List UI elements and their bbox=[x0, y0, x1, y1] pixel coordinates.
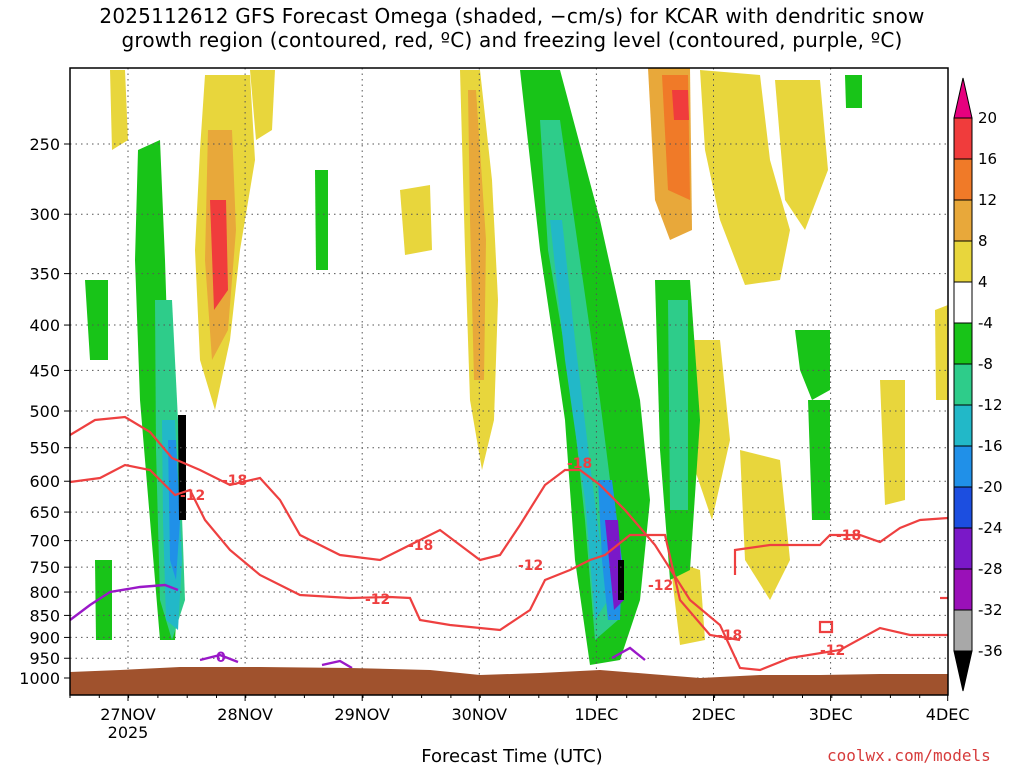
colorbar-tick-label: -28 bbox=[978, 560, 1003, 578]
y-tick-label: 850 bbox=[29, 606, 60, 625]
colorbar-swatch bbox=[953, 445, 973, 488]
colorbar-tick-label: 4 bbox=[978, 273, 988, 291]
y-tick-label: 1000 bbox=[19, 669, 60, 688]
y-tick-label: 800 bbox=[29, 583, 60, 602]
colorbar-tick-label: -16 bbox=[978, 437, 1003, 455]
contour-label-neg12: -12 bbox=[518, 558, 543, 574]
y-axis: 250 300 350 400 450 500 550 600 650 700 750 800 850 9… bbox=[19, 135, 70, 688]
credit-text: coolwx.com/models bbox=[827, 746, 991, 765]
y-tick-label: 350 bbox=[29, 265, 60, 284]
colorbar-swatch bbox=[953, 281, 973, 324]
y-tick-label: 900 bbox=[29, 628, 60, 647]
colorbar-tick-label: -24 bbox=[978, 519, 1003, 537]
colorbar-tick-label: -12 bbox=[978, 396, 1003, 414]
y-tick-label: 500 bbox=[29, 402, 60, 421]
contour-label-neg18: -18 bbox=[717, 628, 742, 644]
colorbar-swatch bbox=[953, 158, 973, 201]
contour-label-neg12: -12 bbox=[365, 592, 390, 608]
y-tick-label: 550 bbox=[29, 439, 60, 458]
colorbar-swatch bbox=[953, 486, 973, 529]
contour-label-neg12: -12 bbox=[648, 578, 673, 594]
colorbar-tick-label: 16 bbox=[978, 150, 997, 168]
x-tick-label: 29NOV bbox=[334, 705, 390, 724]
y-tick-label: 650 bbox=[29, 503, 60, 522]
y-tick-label: 600 bbox=[29, 472, 60, 491]
x-tick-label: 30NOV bbox=[452, 705, 508, 724]
colorbar-tick-label: -20 bbox=[978, 478, 1003, 496]
colorbar-tick-label: -32 bbox=[978, 601, 1003, 619]
colorbar-tick-label: -8 bbox=[978, 355, 993, 373]
x-tick-label: 2DEC bbox=[692, 705, 736, 724]
colorbar-swatch bbox=[953, 117, 973, 160]
y-tick-label: 450 bbox=[29, 361, 60, 380]
contour-label-neg18: -18 bbox=[836, 528, 861, 544]
colorbar-tick-label: -36 bbox=[978, 642, 1003, 660]
contour-label-neg18: -18 bbox=[567, 456, 592, 472]
colorbar-swatch bbox=[953, 199, 973, 242]
contour-label-neg12: -12 bbox=[180, 488, 205, 504]
colorbar: 20 16 12 8 4 -4 -8 -12 -16 -20 -24 -28 -32 -36 bbox=[953, 77, 1003, 692]
x-tick-label: 27NOV bbox=[100, 705, 156, 724]
y-tick-label: 400 bbox=[29, 316, 60, 335]
omega-chart: -18 -12 -18 -12 -12 -18 -12 -18 -12 -18 … bbox=[19, 67, 1003, 742]
contour-label-neg18: -18 bbox=[408, 538, 433, 554]
colorbar-swatch bbox=[953, 527, 973, 570]
colorbar-tick-label: 20 bbox=[978, 109, 997, 127]
colorbar-swatch bbox=[953, 609, 973, 652]
plot-area: -18 -12 -18 -12 -12 -18 -12 -18 -12 -18 … bbox=[70, 68, 948, 695]
y-tick-label: 300 bbox=[29, 205, 60, 224]
colorbar-swatch bbox=[953, 322, 973, 365]
colorbar-swatch bbox=[953, 404, 973, 447]
contour-label-neg18: -18 bbox=[222, 473, 247, 489]
colorbar-swatch bbox=[953, 568, 973, 611]
x-tick-label: 3DEC bbox=[809, 705, 853, 724]
contour-label-0: 0 bbox=[216, 650, 226, 666]
y-tick-label: 250 bbox=[29, 135, 60, 154]
colorbar-tick-label: 8 bbox=[978, 232, 988, 250]
x-tick-year: 2025 bbox=[108, 723, 149, 742]
x-tick-label: 1DEC bbox=[575, 705, 619, 724]
colorbar-tick-label: -4 bbox=[978, 314, 993, 332]
x-tick-label: 4DEC bbox=[926, 705, 970, 724]
colorbar-cap-bottom bbox=[953, 650, 973, 692]
colorbar-swatch bbox=[953, 240, 973, 283]
x-axis: 27NOV 28NOV 29NOV 30NOV 1DEC 2DEC 3DEC 4DEC 2025 bbox=[69, 695, 970, 742]
colorbar-tick-label: 12 bbox=[978, 191, 997, 209]
y-tick-label: 700 bbox=[29, 532, 60, 551]
contour-label-neg12: -12 bbox=[820, 643, 845, 659]
x-tick-label: 28NOV bbox=[217, 705, 273, 724]
y-tick-label: 750 bbox=[29, 558, 60, 577]
y-tick-label: 950 bbox=[29, 649, 60, 668]
colorbar-swatch bbox=[953, 363, 973, 406]
colorbar-cap-top bbox=[953, 77, 973, 119]
